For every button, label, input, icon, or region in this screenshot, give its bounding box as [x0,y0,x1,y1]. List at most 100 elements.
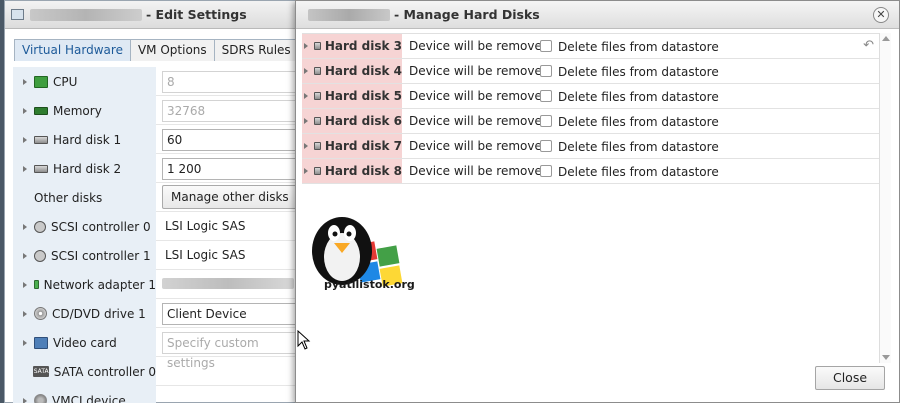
memory-input[interactable]: 32768 [162,100,302,122]
delete-files-checkbox[interactable] [540,90,552,102]
expand-arrow-icon[interactable] [23,310,27,317]
hard-disk-2-size-input[interactable]: 1 200 [162,158,302,180]
expand-arrow-icon[interactable] [304,43,308,49]
expand-arrow-icon[interactable] [23,165,27,172]
disk-status: Device will be removed [409,139,550,153]
cd-dvd-select[interactable]: Client Device [162,303,302,325]
expand-arrow-icon[interactable] [304,143,308,149]
delete-files-checkbox[interactable] [540,65,552,77]
sata-controller-icon: SATA [32,366,49,377]
blurred-network-name[interactable] [162,278,294,289]
cd-dvd-label: CD/DVD drive 1 [52,306,146,321]
delete-files-label[interactable]: Delete files from datastore [558,115,719,129]
cd-dvd-icon [34,307,47,320]
row-label-network-adapter[interactable]: Network adapter 1 [13,270,156,299]
disk-row-label[interactable]: Hard disk 8 [302,159,402,183]
manage-hard-disks-dialog: - Manage Hard Disks ✕ Hard disk 3 Device… [295,0,900,403]
disk-row: Hard disk 8 Device will be removed Delet… [302,159,880,184]
row-label-scsi-0[interactable]: SCSI controller 0 [13,212,156,241]
expand-arrow-icon[interactable] [23,339,27,346]
delete-files-label[interactable]: Delete files from datastore [558,90,719,104]
close-button[interactable]: Close [815,366,885,390]
row-label-sata: SATA SATA controller 0 [13,357,156,386]
blurred-vm-name [308,8,390,21]
disk-row: Hard disk 3 Device will be removed Delet… [302,34,880,59]
disk-row-label[interactable]: Hard disk 4 [302,59,402,83]
disk-name: Hard disk 4 [324,64,402,78]
delete-files-label[interactable]: Delete files from datastore [558,40,719,54]
scsi-controller-icon [34,249,46,262]
expand-arrow-icon[interactable] [304,68,308,74]
scroll-down-icon[interactable] [882,355,890,360]
undo-icon[interactable]: ↶ [863,38,874,53]
video-card-label: Video card [53,335,117,350]
delete-files-checkbox[interactable] [540,40,552,52]
disk-status: Device will be removed [409,164,550,178]
expand-arrow-icon[interactable] [23,223,27,230]
dialog-title: - Manage Hard Disks [394,7,540,22]
disk-name: Hard disk 7 [324,139,402,153]
expand-arrow-icon[interactable] [304,118,308,124]
scsi-controller-icon [34,220,46,233]
disk-row-label[interactable]: Hard disk 3 [302,34,402,58]
edit-settings-title: - Edit Settings [146,7,247,22]
scsi-controller-1-label: SCSI controller 1 [51,248,151,263]
delete-files-label[interactable]: Delete files from datastore [558,140,719,154]
disk-row-label[interactable]: Hard disk 5 [302,84,402,108]
delete-files-label[interactable]: Delete files from datastore [558,65,719,79]
disk-row-label[interactable]: Hard disk 6 [302,109,402,133]
disk-status: Device will be removed [409,89,550,103]
hard-disk-icon [314,67,321,75]
delete-files-checkbox[interactable] [540,115,552,127]
hard-disk-icon [34,135,48,144]
expand-arrow-icon[interactable] [23,136,27,143]
tab-sdrs-rules[interactable]: SDRS Rules [213,39,299,61]
tab-vm-options[interactable]: VM Options [129,39,215,61]
edit-settings-tabs: Virtual Hardware VM Options SDRS Rules [14,39,314,61]
expand-arrow-icon[interactable] [304,168,308,174]
disk-status: Device will be removed [409,64,550,78]
expand-arrow-icon[interactable] [23,397,27,403]
row-label-hard-disk-2[interactable]: Hard disk 2 [13,154,156,183]
scsi-controller-1-value: LSI Logic SAS [165,248,246,262]
tab-virtual-hardware[interactable]: Virtual Hardware [14,39,131,61]
disk-list: Hard disk 3 Device will be removed Delet… [302,33,880,184]
dialog-scrollbar[interactable] [879,33,891,363]
disk-name: Hard disk 5 [324,89,402,103]
disk-row-label[interactable]: Hard disk 7 [302,134,402,158]
delete-files-checkbox[interactable] [540,165,552,177]
row-label-cd-dvd[interactable]: CD/DVD drive 1 [13,299,156,328]
manage-other-disks-button[interactable]: Manage other disks [162,185,298,209]
disk-row: Hard disk 6 Device will be removed Delet… [302,109,880,134]
hard-disk-icon [34,164,48,173]
disk-name: Hard disk 3 [324,39,402,53]
row-label-cpu[interactable]: CPU [13,67,156,96]
row-label-video-card[interactable]: Video card [13,328,156,357]
expand-arrow-icon[interactable] [23,281,27,288]
dialog-titlebar: - Manage Hard Disks ✕ [296,1,899,29]
delete-files-label[interactable]: Delete files from datastore [558,165,719,179]
delete-files-checkbox[interactable] [540,140,552,152]
other-disks-label: Other disks [34,190,103,205]
cpu-icon [34,75,48,88]
cpu-label: CPU [53,74,78,89]
close-icon[interactable]: ✕ [873,7,889,23]
expand-arrow-icon[interactable] [23,107,27,114]
row-label-hard-disk-1[interactable]: Hard disk 1 [13,125,156,154]
disk-row: Hard disk 4 Device will be removed Delet… [302,59,880,84]
hard-disk-1-label: Hard disk 1 [53,132,122,147]
row-label-vmci[interactable]: VMCI device [13,386,156,403]
scroll-up-icon[interactable] [882,36,890,41]
row-label-memory[interactable]: Memory [13,96,156,125]
disk-name: Hard disk 8 [324,164,402,178]
video-card-settings-select[interactable]: Specify custom settings [162,332,302,370]
expand-arrow-icon[interactable] [304,93,308,99]
network-adapter-label: Network adapter 1 [43,277,156,292]
expand-arrow-icon[interactable] [23,78,27,85]
row-label-scsi-1[interactable]: SCSI controller 1 [13,241,156,270]
hard-disk-1-size-input[interactable]: 60 [162,129,302,151]
expand-arrow-icon[interactable] [23,252,27,259]
sata-controller-label: SATA controller 0 [53,364,156,379]
window-icon [11,9,24,20]
cpu-select[interactable]: 8 [162,71,302,93]
